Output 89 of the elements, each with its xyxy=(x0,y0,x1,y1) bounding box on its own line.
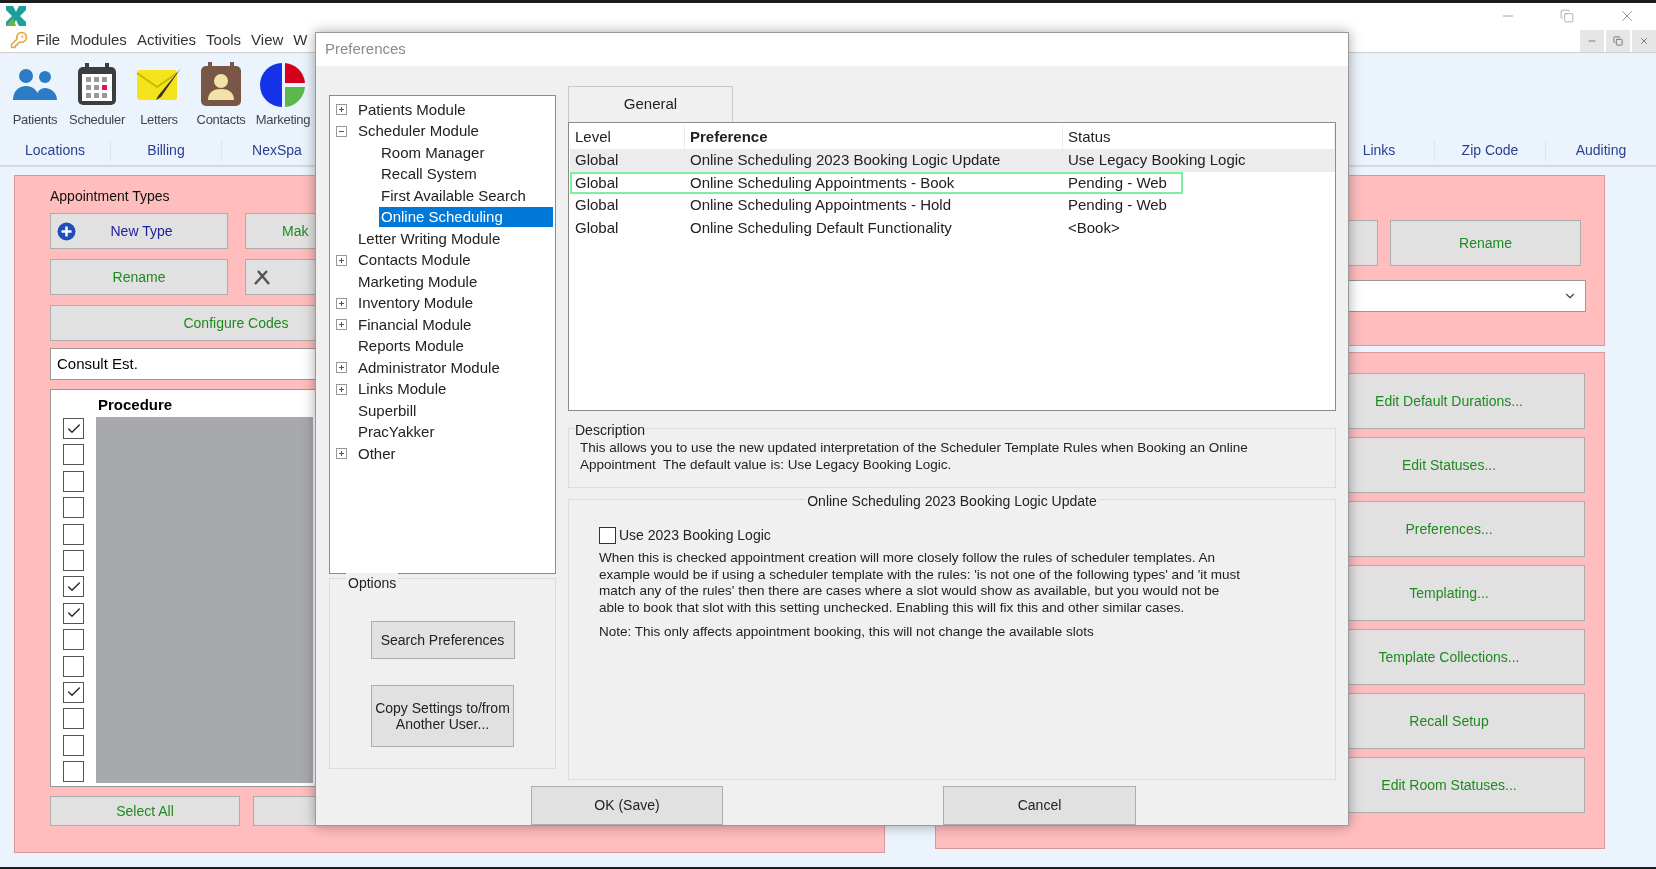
cross-icon xyxy=(253,268,271,286)
table-cell-text: <Book> xyxy=(1067,217,1121,238)
nav-link[interactable]: Auditing xyxy=(1545,139,1656,161)
row-checkbox[interactable] xyxy=(63,444,84,466)
select-all-button[interactable]: Select All xyxy=(50,796,240,826)
close-icon xyxy=(1639,36,1649,46)
table-cell-text: Global xyxy=(574,217,620,238)
table-cell-text: Global xyxy=(574,150,620,170)
tree-item[interactable]: Superbill xyxy=(358,399,417,422)
table-cell-text: Online Scheduling Appointments - Book xyxy=(689,172,956,193)
nav-link[interactable]: Zip Code xyxy=(1434,139,1545,161)
tree-item[interactable]: Patients Module xyxy=(358,98,466,121)
toolbar-button[interactable]: Marketing xyxy=(252,59,314,129)
search-preferences-button[interactable]: Search Preferences xyxy=(370,621,515,659)
restore-button[interactable] xyxy=(1606,30,1630,52)
tree-item[interactable]: Other xyxy=(358,442,396,465)
table-cell-text: Global xyxy=(574,195,620,215)
ok-button[interactable]: OK (Save) xyxy=(531,786,723,825)
row-checkbox[interactable] xyxy=(63,734,84,756)
expand-icon[interactable] xyxy=(336,319,347,331)
row-checkbox[interactable] xyxy=(63,681,84,703)
collapse-icon[interactable] xyxy=(336,125,347,137)
checkbox-label[interactable]: Use 2023 Booking Logic xyxy=(619,525,771,546)
expand-icon[interactable] xyxy=(336,297,347,309)
table-cell-text: Pending - Web xyxy=(1067,172,1168,193)
tree-item[interactable]: Marketing Module xyxy=(358,270,478,293)
toolbar-button[interactable]: Scheduler xyxy=(66,59,128,129)
table-row[interactable]: Global Online Scheduling Default Functionality <Book> xyxy=(570,216,1335,239)
tab[interactable]: General xyxy=(568,86,733,122)
tree-item[interactable]: Links Module xyxy=(358,378,447,401)
tree-item[interactable]: Online Scheduling xyxy=(379,207,553,228)
menu-item[interactable]: Activities xyxy=(136,28,197,52)
tree-item[interactable]: Contacts Module xyxy=(358,249,471,272)
checkbox[interactable] xyxy=(599,527,616,544)
group-title: Options xyxy=(346,573,399,594)
tree-item[interactable]: First Available Search xyxy=(379,185,553,206)
menu-item[interactable]: Modules xyxy=(70,28,127,52)
menu-item[interactable]: W xyxy=(293,28,308,52)
menu-item[interactable]: Tools xyxy=(206,28,242,52)
menu-item[interactable]: View xyxy=(251,28,284,52)
cancel-button[interactable]: Cancel xyxy=(943,786,1136,825)
section-title: Appointment Types xyxy=(50,187,170,206)
row-checkbox[interactable] xyxy=(63,576,84,598)
table-cell-text: Online Scheduling Appointments - Hold xyxy=(689,195,952,215)
tree-item[interactable]: Letter Writing Module xyxy=(358,227,501,250)
row-checkbox[interactable] xyxy=(63,418,84,439)
row-checkbox[interactable] xyxy=(63,708,84,730)
expand-icon[interactable] xyxy=(336,448,347,460)
toolbar-button[interactable]: Patients xyxy=(4,59,66,129)
dialog-title: Preferences xyxy=(325,39,406,60)
row-checkbox[interactable] xyxy=(63,761,84,783)
row-checkbox[interactable] xyxy=(63,655,84,677)
row-checkbox[interactable] xyxy=(63,497,84,519)
key-icon xyxy=(10,31,28,49)
tree-item[interactable]: Scheduler Module xyxy=(358,120,479,143)
table-cell-text: Pending - Web xyxy=(1067,195,1168,215)
add-icon xyxy=(57,221,76,241)
table-cell-text: Global xyxy=(574,172,620,193)
expand-icon[interactable] xyxy=(336,254,347,266)
toolbar-button[interactable]: Letters xyxy=(128,59,190,129)
copy-settings-button[interactable]: Copy Settings to/from Another User... xyxy=(371,685,514,747)
tree-item[interactable]: Room Manager xyxy=(379,142,553,163)
table-row[interactable]: Global Online Scheduling Appointments - Book Pending - Web xyxy=(570,171,1335,194)
table-row[interactable]: Global Online Scheduling Appointments - Hold Pending - Web xyxy=(570,194,1335,217)
tree-item[interactable]: Recall System xyxy=(379,164,553,185)
tree-item[interactable]: PracYakker xyxy=(358,421,435,444)
setting-note: Note: This only affects appointment booking, this will not change the available slots xyxy=(599,623,1095,641)
table-cell-text: Use Legacy Booking Logic xyxy=(1067,150,1247,170)
nav-link[interactable]: Billing xyxy=(111,139,222,161)
description-text: This allows you to use the new updated interpretation of the Scheduler Template Rules when Booking an Online Appointment The default value is: Use Legacy Booking Logic. xyxy=(580,440,1249,473)
row-checkbox[interactable] xyxy=(63,629,84,651)
expand-icon[interactable] xyxy=(336,104,347,116)
restore-icon xyxy=(1613,36,1623,46)
row-checkbox[interactable] xyxy=(63,602,84,624)
expand-icon[interactable] xyxy=(336,383,347,395)
row-checkbox[interactable] xyxy=(63,549,84,571)
row-checkbox[interactable] xyxy=(63,523,84,545)
nav-link[interactable]: Locations xyxy=(0,139,111,161)
toolbar-button[interactable]: Contacts xyxy=(190,59,252,129)
table-cell-text: Online Scheduling 2023 Booking Logic Update xyxy=(689,150,1002,170)
menu-item[interactable]: File xyxy=(36,28,61,52)
expand-icon[interactable] xyxy=(336,362,347,374)
column-header: Procedure xyxy=(97,395,173,415)
row-checkbox[interactable] xyxy=(63,470,84,492)
table-cell-text: Online Scheduling Default Functionality xyxy=(689,217,953,238)
new-type-button[interactable]: New Type xyxy=(50,213,228,249)
app-logo-icon xyxy=(6,5,26,26)
table-row[interactable]: Global Online Scheduling 2023 Booking Logic Update Use Legacy Booking Logic xyxy=(570,149,1335,172)
setting-description: When this is checked appointment creation will more closely follow the rules of scheduler templates. An example would be if using a scheduler template with the rules: 'is not one of the following types' and 'it must match any of the rules' then there are cases where a slot would show as available, but you would not be able to book that slot with this setting unchecked. Enabling this will fix this and other similar cases. xyxy=(599,550,1242,616)
